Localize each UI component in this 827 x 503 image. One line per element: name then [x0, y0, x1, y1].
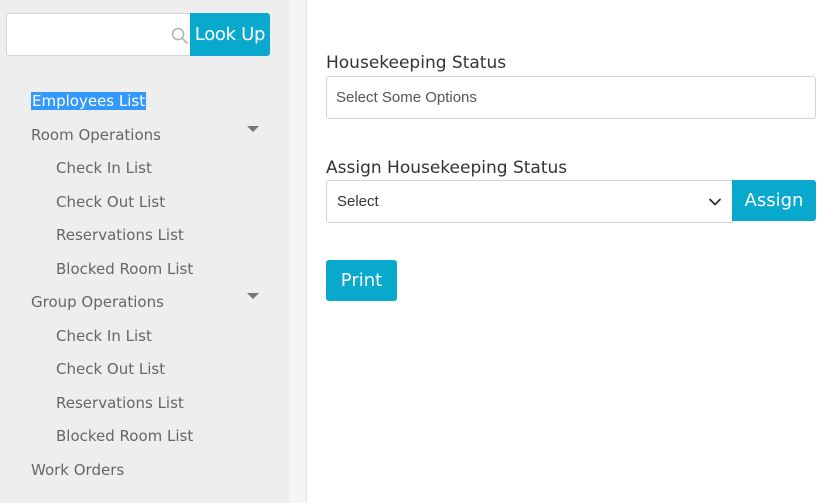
search-icon[interactable]: [170, 26, 190, 46]
print-button[interactable]: Print: [326, 260, 397, 301]
assign-button[interactable]: Assign: [732, 180, 816, 221]
app-window: Look Up Employees List Room Operations C…: [0, 0, 827, 503]
sidebar-item-label: Blocked Room List: [56, 427, 194, 445]
sidebar-item-label: Check In List: [56, 327, 152, 345]
sidebar-item-label: Group Operations: [31, 293, 164, 311]
sidebar-item-label: Work Orders: [31, 461, 125, 479]
sidebar-item-label: Check In List: [56, 159, 152, 177]
sidebar-item-group-reservations-list[interactable]: Reservations List: [56, 394, 184, 412]
sidebar-item-room-check-in-list[interactable]: Check In List: [56, 159, 152, 177]
chevron-down-icon: [709, 198, 721, 206]
sidebar-item-group-check-out-list[interactable]: Check Out List: [56, 360, 165, 378]
housekeeping-status-label: Housekeeping Status: [326, 53, 507, 73]
sidebar-item-label: Reservations List: [56, 226, 184, 244]
sidebar-item-room-check-out-list[interactable]: Check Out List: [56, 193, 165, 211]
sidebar-item-employees-list[interactable]: Employees List: [31, 92, 147, 110]
sidebar-item-room-operations[interactable]: Room Operations: [31, 126, 161, 144]
chevron-down-icon[interactable]: [247, 293, 259, 299]
sidebar-item-label: Blocked Room List: [56, 260, 194, 278]
sidebar-item-group-operations[interactable]: Group Operations: [31, 293, 164, 311]
assign-status-select[interactable]: Select: [326, 180, 733, 223]
sidebar-item-label: Employees List: [31, 92, 147, 110]
sidebar-item-room-reservations-list[interactable]: Reservations List: [56, 226, 184, 244]
sidebar: Look Up Employees List Room Operations C…: [0, 0, 289, 503]
assign-housekeeping-status-label: Assign Housekeeping Status: [326, 158, 568, 178]
search-box: [6, 13, 190, 56]
sidebar-item-group-check-in-list[interactable]: Check In List: [56, 327, 152, 345]
sidebar-divider: [289, 0, 307, 503]
lookup-button[interactable]: Look Up: [190, 13, 270, 56]
sidebar-item-group-blocked-room-list[interactable]: Blocked Room List: [56, 427, 193, 445]
chevron-down-icon[interactable]: [247, 126, 259, 132]
sidebar-item-label: Reservations List: [56, 394, 184, 412]
sidebar-item-label: Room Operations: [31, 126, 161, 144]
select-value: Select: [337, 193, 379, 210]
sidebar-item-label: Check Out List: [56, 193, 166, 211]
housekeeping-status-multiselect[interactable]: Select Some Options: [326, 76, 816, 119]
sidebar-item-work-orders[interactable]: Work Orders: [31, 461, 124, 479]
sidebar-item-label: Check Out List: [56, 360, 166, 378]
sidebar-item-room-blocked-room-list[interactable]: Blocked Room List: [56, 260, 193, 278]
multiselect-placeholder: Select Some Options: [336, 89, 477, 106]
search-input[interactable]: [15, 22, 155, 48]
